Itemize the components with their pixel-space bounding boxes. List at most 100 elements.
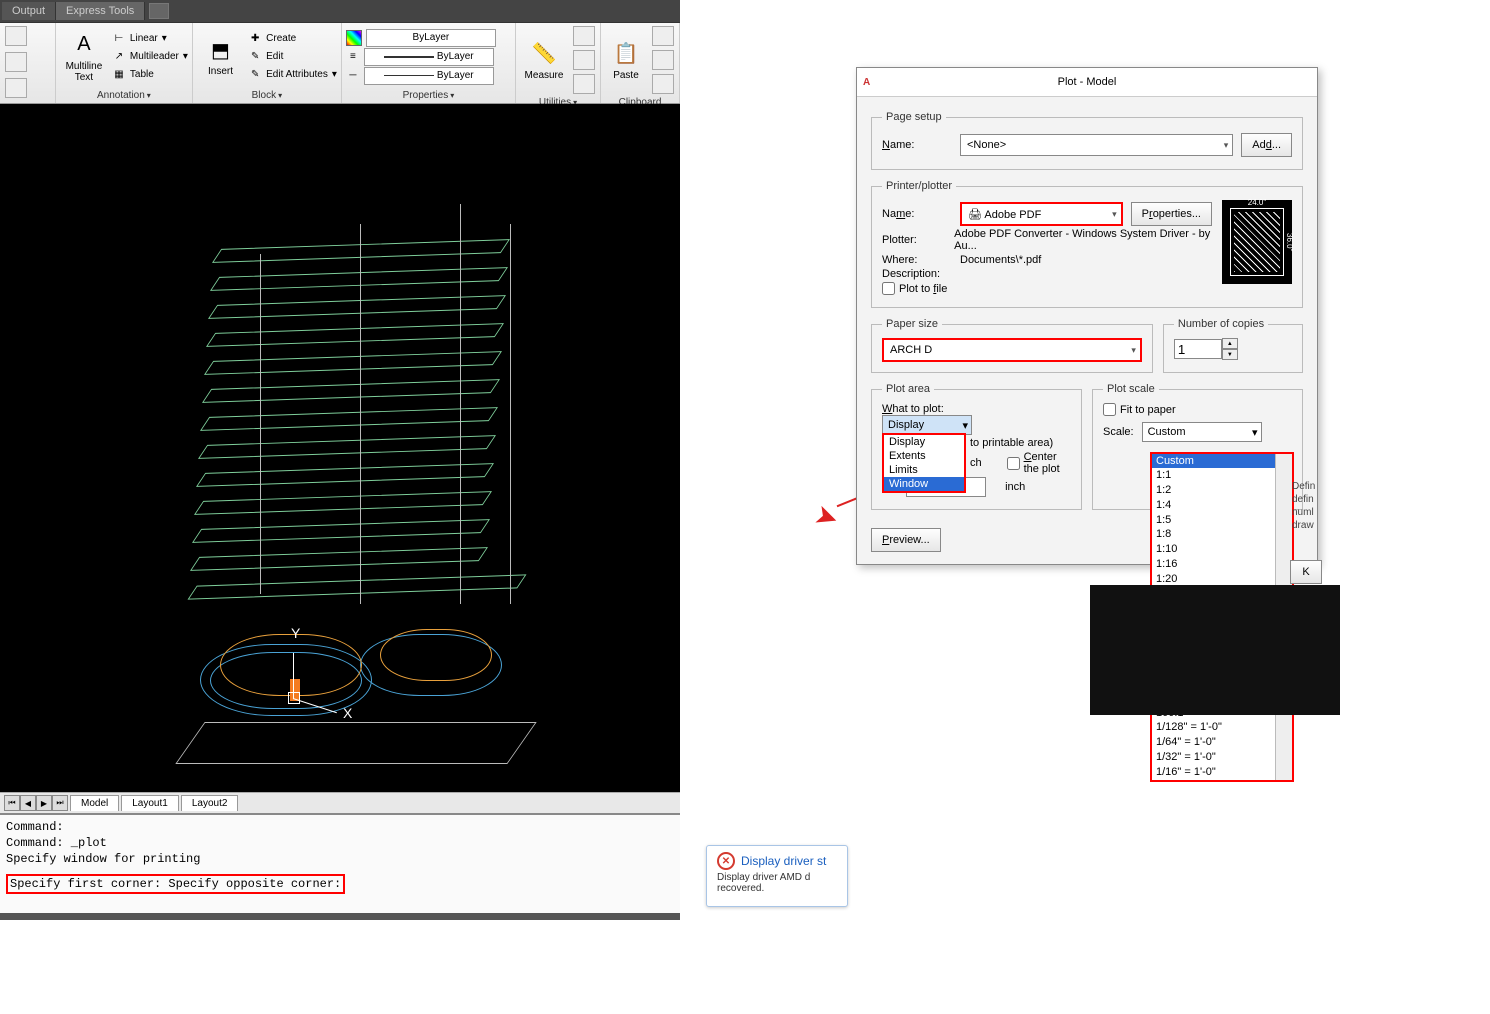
multileader-icon: ↗ <box>112 50 126 64</box>
copies-down[interactable]: ▼ <box>1222 349 1238 360</box>
scale-combo[interactable]: Custom▾ <box>1142 422 1262 442</box>
opt-extents[interactable]: Extents <box>884 449 964 463</box>
clip-2[interactable] <box>652 50 674 70</box>
multiline-text-button[interactable]: A Multiline Text <box>60 29 108 85</box>
tab-nav-last[interactable]: ⏭ <box>52 795 68 811</box>
add-page-setup-button[interactable]: Add... <box>1241 133 1292 157</box>
legend-scale: Plot scale <box>1103 383 1159 395</box>
util-2[interactable] <box>573 50 595 70</box>
edit-icon: ✎ <box>248 50 262 64</box>
annotation-arrow: ➤ <box>810 497 843 536</box>
color-combo[interactable]: ByLayer <box>366 29 496 47</box>
opt-window[interactable]: Window <box>884 477 964 491</box>
tab-nav-prev[interactable]: ◀ <box>20 795 36 811</box>
table-icon: ▦ <box>112 68 126 82</box>
scale-opt[interactable]: 1:1 <box>1152 468 1292 483</box>
fit-to-paper-checkbox[interactable] <box>1103 403 1116 416</box>
panel-annotation: A Multiline Text ⊢Linear ▾ ↗Multileader … <box>56 23 193 103</box>
scale-opt-custom[interactable]: Custom <box>1152 454 1292 468</box>
tab-nav-next[interactable]: ▶ <box>36 795 52 811</box>
qtool-1[interactable] <box>5 26 27 46</box>
scale-opt[interactable]: 1/64" = 1'-0" <box>1152 735 1292 750</box>
ok-button-fragment[interactable]: K <box>1290 560 1322 584</box>
copies-input[interactable] <box>1174 339 1222 359</box>
paste-button[interactable]: 📋 Paste <box>605 32 647 88</box>
panel-utilities: 📏 Measure Utilities <box>516 23 601 103</box>
scale-opt[interactable]: 1:16 <box>1152 557 1292 572</box>
panel-quick <box>0 23 56 103</box>
scale-opt[interactable]: 1/128" = 1'-0" <box>1152 720 1292 735</box>
plot-to-file-checkbox[interactable] <box>882 282 895 295</box>
driver-notification[interactable]: ✕Display driver st Display driver AMD dr… <box>706 845 848 907</box>
table-button[interactable]: ▦Table <box>112 67 188 83</box>
panel-properties-footer[interactable]: Properties <box>403 90 455 101</box>
insert-icon: ⬒ <box>207 36 235 64</box>
lineweight-combo[interactable]: ByLayer <box>364 48 494 66</box>
panel-annotation-footer[interactable]: Annotation <box>97 90 151 101</box>
scale-opt[interactable]: 1:8 <box>1152 527 1292 542</box>
tab-nav-first[interactable]: ⏮ <box>4 795 20 811</box>
model-viewport[interactable]: Y X <box>0 104 680 792</box>
qtool-2[interactable] <box>5 52 27 72</box>
command-window[interactable]: Command: Command: _plot Specify window f… <box>0 813 680 913</box>
util-1[interactable] <box>573 26 595 46</box>
legend-printer: Printer/plotter <box>882 180 956 192</box>
center-plot-label: Center the plot <box>1024 451 1071 475</box>
group-printer: Printer/plotter Name: 🖨 Adobe PDF▾ Prope… <box>871 180 1303 308</box>
page-name-combo[interactable]: <None>▾ <box>960 134 1233 156</box>
create-icon: ✚ <box>248 32 262 46</box>
tab-model[interactable]: Model <box>70 795 119 811</box>
measure-button[interactable]: 📏 Measure <box>520 32 568 88</box>
panel-block-footer[interactable]: Block <box>252 90 282 101</box>
tab-layout2[interactable]: Layout2 <box>181 795 239 811</box>
edit-attributes-button[interactable]: ✎Edit Attributes ▾ <box>248 67 337 83</box>
opt-display[interactable]: Display <box>884 435 964 449</box>
color-swatch[interactable] <box>346 30 362 46</box>
qtool-3[interactable] <box>5 78 27 98</box>
attrib-icon: ✎ <box>248 68 262 82</box>
tab-express-tools[interactable]: Express Tools <box>56 2 145 20</box>
clip-3[interactable] <box>652 74 674 94</box>
center-plot-checkbox[interactable] <box>1007 457 1020 470</box>
printer-name-combo[interactable]: 🖨 Adobe PDF▾ <box>960 202 1123 226</box>
printer-properties-button[interactable]: Properties... <box>1131 202 1212 226</box>
plot-titlebar[interactable]: A Plot - Model <box>857 68 1317 97</box>
insert-button[interactable]: ⬒ Insert <box>197 29 244 85</box>
opt-limits[interactable]: Limits <box>884 463 964 477</box>
what-to-plot-combo[interactable]: Display▾ <box>882 415 972 435</box>
plotter-label: Plotter: <box>882 234 946 246</box>
util-3[interactable] <box>573 74 595 94</box>
copies-spinner[interactable]: ▲▼ <box>1174 338 1292 360</box>
scale-opt[interactable]: 1/16" = 1'-0" <box>1152 765 1292 780</box>
tab-layout1[interactable]: Layout1 <box>121 795 179 811</box>
tab-output[interactable]: Output <box>2 2 56 20</box>
scale-opt[interactable]: 1:4 <box>1152 498 1292 513</box>
block-edit-button[interactable]: ✎Edit <box>248 49 337 65</box>
panel-clipboard: 📋 Paste Clipboard <box>601 23 680 103</box>
scale-opt[interactable]: 1:10 <box>1152 542 1292 557</box>
scale-opt[interactable]: 1/32" = 1'-0" <box>1152 750 1292 765</box>
lineweight-icon: ≡ <box>346 50 360 64</box>
scale-opt[interactable]: 3/32" = 1'-0" <box>1152 780 1292 782</box>
block-create-button[interactable]: ✚Create <box>248 31 337 47</box>
preview-button[interactable]: Preview... <box>871 528 941 552</box>
what-to-plot-list[interactable]: Display Extents Limits Window <box>882 433 966 493</box>
copies-up[interactable]: ▲ <box>1222 338 1238 349</box>
new-tab-icon[interactable] <box>149 3 169 19</box>
cmd-line: Command: _plot <box>6 835 674 851</box>
plot-title: Plot - Model <box>1058 76 1117 88</box>
linear-dim-button[interactable]: ⊢Linear ▾ <box>112 31 188 47</box>
text-icon: A <box>70 31 98 59</box>
where-label: Where: <box>882 254 952 266</box>
clip-1[interactable] <box>652 26 674 46</box>
scale-opt[interactable]: 1:5 <box>1152 513 1292 528</box>
app-icon: A <box>863 77 870 88</box>
page-name-label: Name: <box>882 139 952 151</box>
multileader-button[interactable]: ↗Multileader ▾ <box>112 49 188 65</box>
paste-icon: 📋 <box>612 40 640 68</box>
paper-size-combo[interactable]: ARCH D▾ <box>882 338 1142 362</box>
linetype-combo[interactable]: ByLayer <box>364 67 494 85</box>
scale-opt[interactable]: 1:2 <box>1152 483 1292 498</box>
where-value: Documents\*.pdf <box>960 254 1041 266</box>
cad-app-window: Output Express Tools A Multiline Text <box>0 0 680 920</box>
